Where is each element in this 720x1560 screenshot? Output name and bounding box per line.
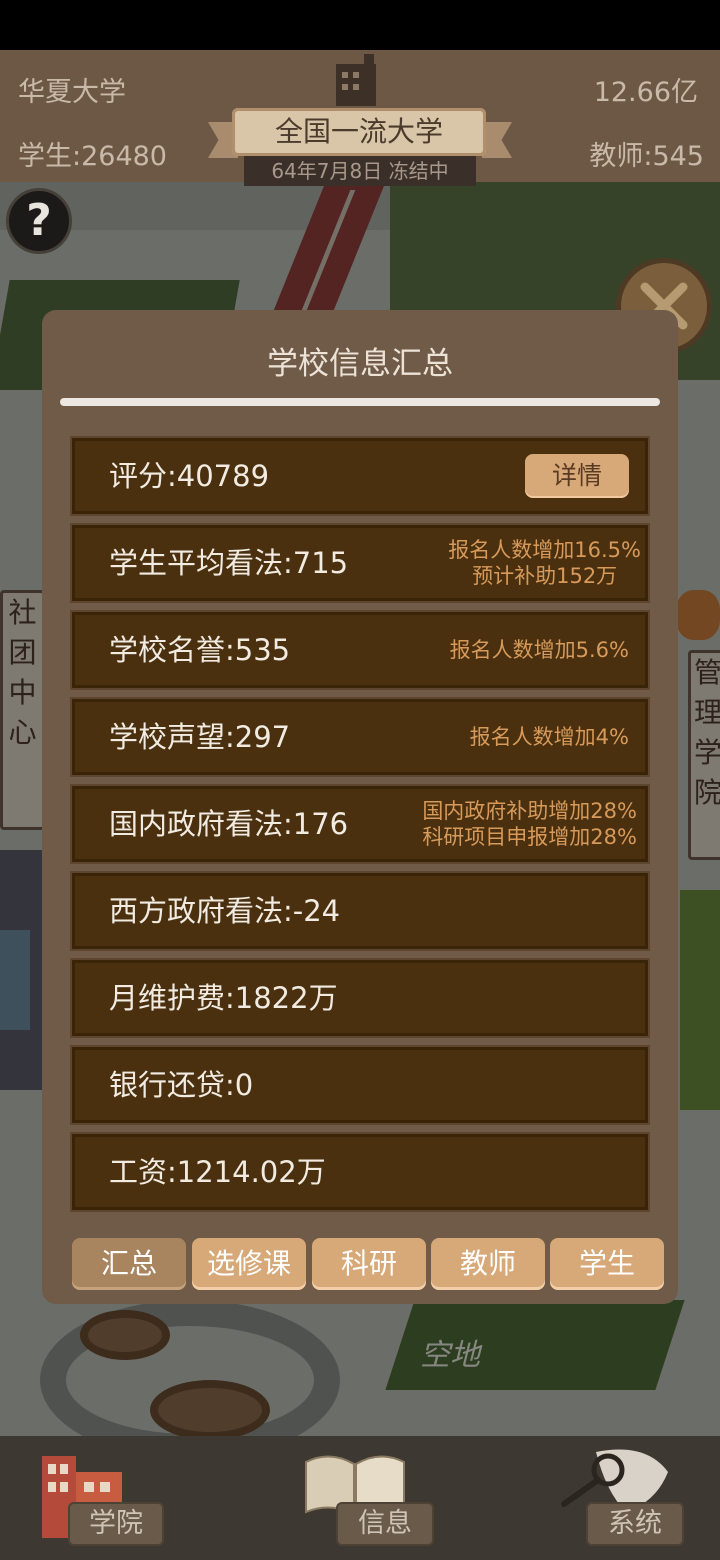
details-button[interactable]: 详情 [525,454,629,498]
stat-effect: 报名人数增加5.6% [449,638,629,662]
school-name: 华夏大学 [18,77,126,108]
nav-system[interactable]: 系统 [556,1436,696,1560]
rank-title-banner: 全国一流大学 [232,108,486,156]
help-icon[interactable]: ? [6,188,72,254]
student-count: 学生:26480 [18,141,167,172]
title-divider [60,398,660,406]
stat-row-score: 评分:40789 详情 [72,438,648,514]
stat-row-prestige: 学校声望:297 报名人数增加4% [72,699,648,775]
stat-effect: 报名人数增加16.5% 预计补助152万 [448,538,641,588]
tab-summary[interactable]: 汇总 [72,1238,186,1290]
building-icon [328,50,392,106]
stat-row-student-opinion: 学生平均看法:715 报名人数增加16.5% 预计补助152万 [72,525,648,601]
stat-row-loan: 银行还贷:0 [72,1047,648,1123]
stat-row-reputation: 学校名誉:535 报名人数增加5.6% [72,612,648,688]
money-display: 12.66亿 [593,77,698,108]
teacher-count: 教师:545 [589,141,704,172]
date-status: 64年7月8日 冻结中 [244,156,476,186]
nav-system-label: 系统 [586,1502,684,1546]
nav-college[interactable]: 学院 [30,1436,170,1560]
nav-info[interactable]: 信息 [300,1436,440,1560]
stat-label: 西方政府看法:-24 [109,894,341,928]
stat-label: 学校声望:297 [109,720,291,754]
stat-label: 评分:40789 [109,459,270,493]
stat-label: 工资:1214.02万 [109,1155,326,1189]
stat-row-domestic-gov: 国内政府看法:176 国内政府补助增加28% 科研项目申报增加28% [72,786,648,862]
nav-college-label: 学院 [68,1502,164,1546]
dialog-tabs: 汇总 选修课 科研 教师 学生 [72,1238,664,1290]
dialog-title: 学校信息汇总 [267,346,453,382]
stat-label: 学校名誉:535 [109,633,291,667]
tab-electives[interactable]: 选修课 [192,1238,306,1290]
stat-row-salary: 工资:1214.02万 [72,1134,648,1210]
stat-label: 学生平均看法:715 [109,546,349,580]
tab-teachers[interactable]: 教师 [431,1238,545,1290]
stat-row-maintenance: 月维护费:1822万 [72,960,648,1036]
stat-row-western-gov: 西方政府看法:-24 [72,873,648,949]
school-info-dialog: 学校信息汇总 评分:40789 详情 学生平均看法:715 报名人数增加16.5… [42,310,678,1304]
stat-label: 国内政府看法:176 [109,807,349,841]
stat-effect: 国内政府补助增加28% 科研项目申报增加28% [422,799,637,849]
stat-label: 月维护费:1822万 [109,981,338,1015]
tab-research[interactable]: 科研 [312,1238,426,1290]
tab-students[interactable]: 学生 [550,1238,664,1290]
stat-label: 银行还贷:0 [109,1068,254,1102]
nav-info-label: 信息 [336,1502,434,1546]
stat-effect: 报名人数增加4% [469,725,629,749]
